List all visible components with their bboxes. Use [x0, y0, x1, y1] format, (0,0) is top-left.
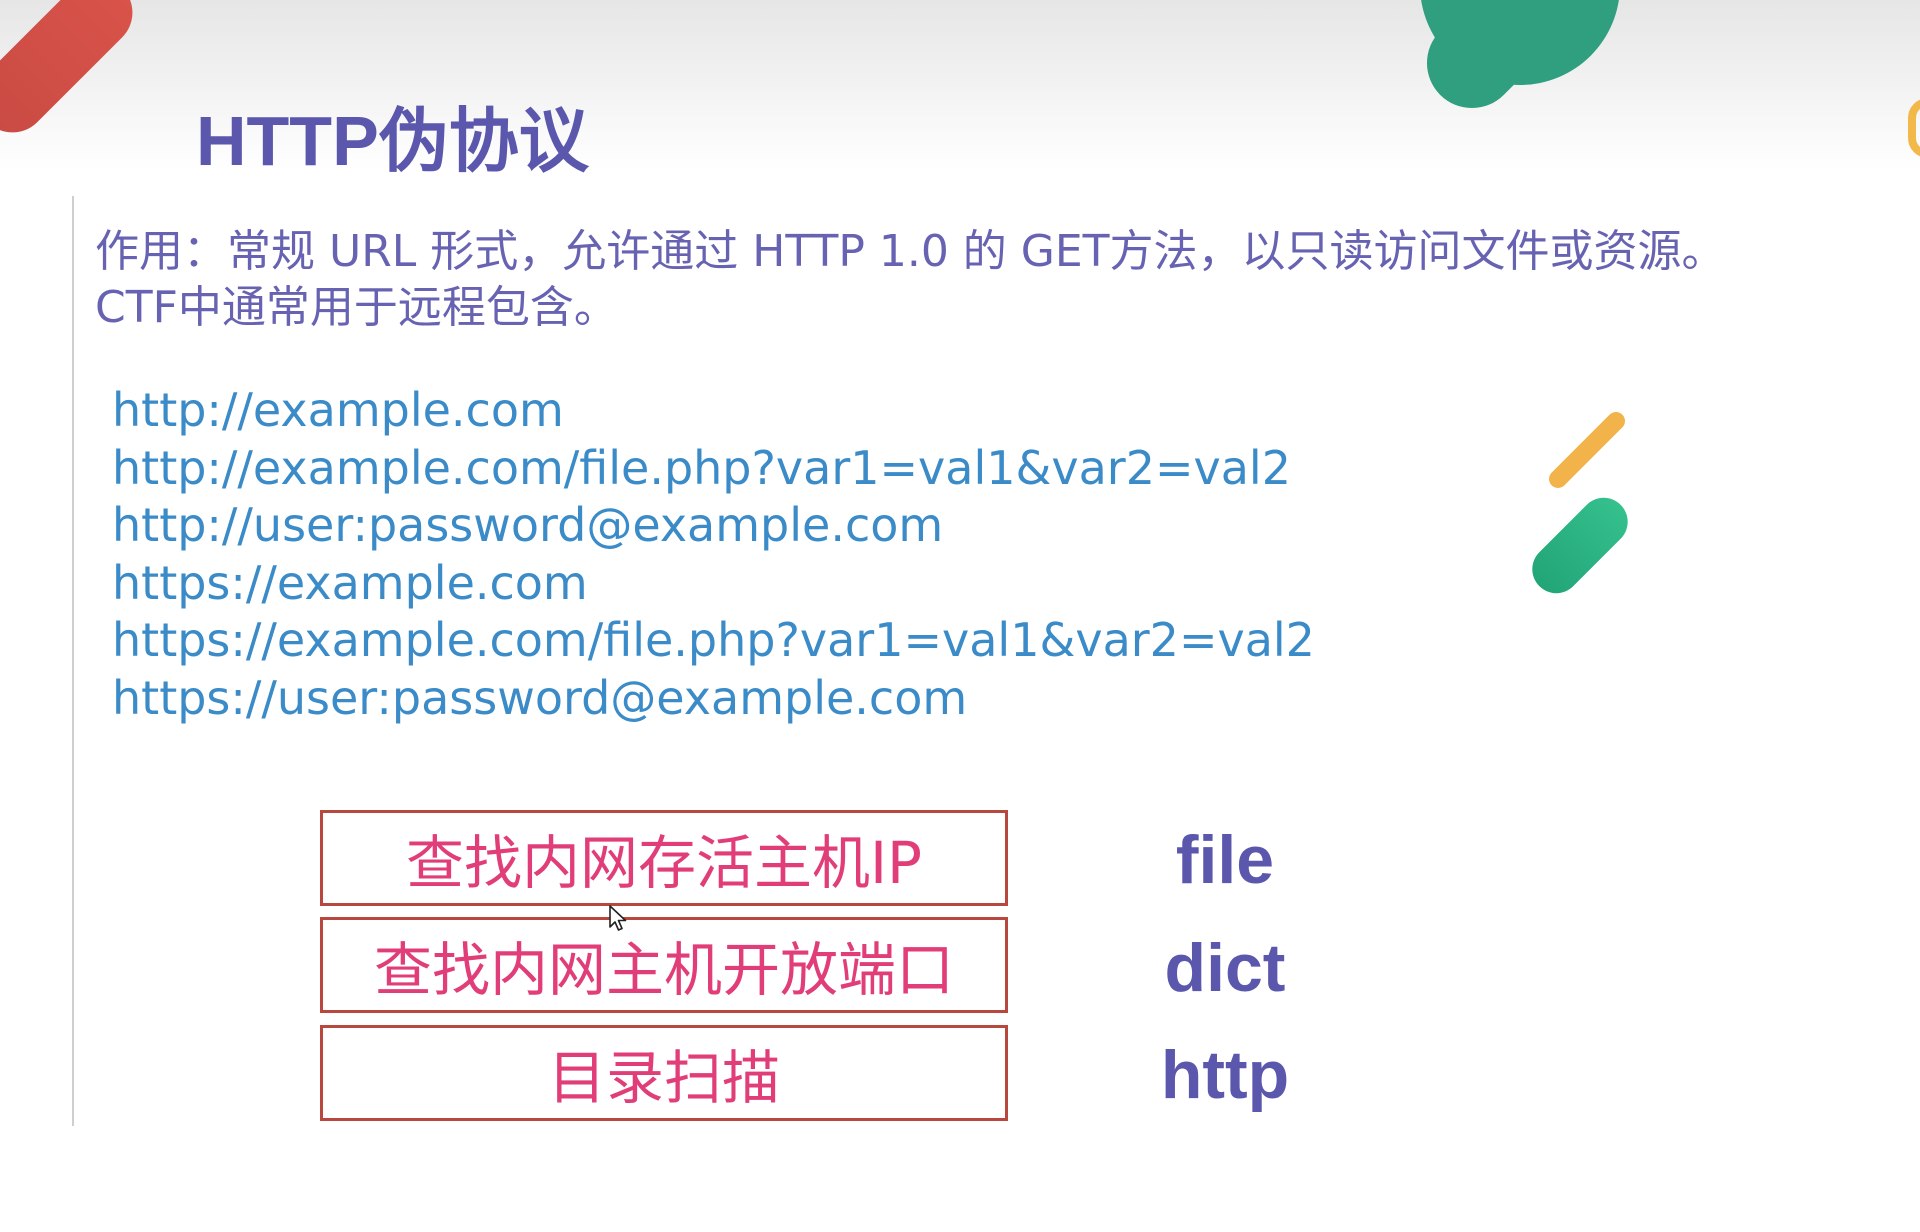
- decor-yellow-stripe: [1545, 408, 1629, 492]
- description-line: CTF中通常用于远程包含。: [95, 282, 618, 333]
- decor-green-stripe: [1522, 487, 1638, 604]
- slide-description: 作用：常规 URL 形式，允许通过 HTTP 1.0 的 GET方法，以只读访问…: [95, 224, 1895, 336]
- description-line: 作用：常规 URL 形式，允许通过 HTTP 1.0 的 GET方法，以只读访问…: [95, 226, 1726, 277]
- protocol-label-dict: dict: [1164, 930, 1286, 1006]
- url-example: https://example.com: [112, 555, 588, 610]
- task-box-live-hosts: 查找内网存活主机IP: [320, 810, 1008, 906]
- mouse-pointer-icon: [609, 905, 627, 931]
- url-example: https://example.com/file.php?var1=val1&v…: [112, 613, 1315, 667]
- url-examples: http://example.com http://example.com/fi…: [112, 382, 1315, 727]
- url-example: https://user:password@example.com: [112, 670, 968, 725]
- task-box-open-ports: 查找内网主机开放端口: [320, 917, 1008, 1013]
- protocol-label-http: http: [1160, 1037, 1290, 1113]
- url-example: http://example.com: [112, 383, 564, 437]
- decor-red-stripe: [0, 0, 147, 147]
- decor-yellow-ring: [1908, 98, 1920, 158]
- slide-title: HTTP伪协议: [196, 102, 589, 180]
- url-example: http://example.com/file.php?var1=val1&va…: [112, 440, 1291, 495]
- task-box-dir-scan: 目录扫描: [320, 1025, 1008, 1121]
- slide: HTTP伪协议 作用：常规 URL 形式，允许通过 HTTP 1.0 的 GET…: [0, 0, 1920, 1232]
- url-example: http://user:password@example.com: [112, 498, 944, 552]
- left-divider: [72, 196, 74, 1126]
- protocol-label-file: file: [1175, 822, 1275, 898]
